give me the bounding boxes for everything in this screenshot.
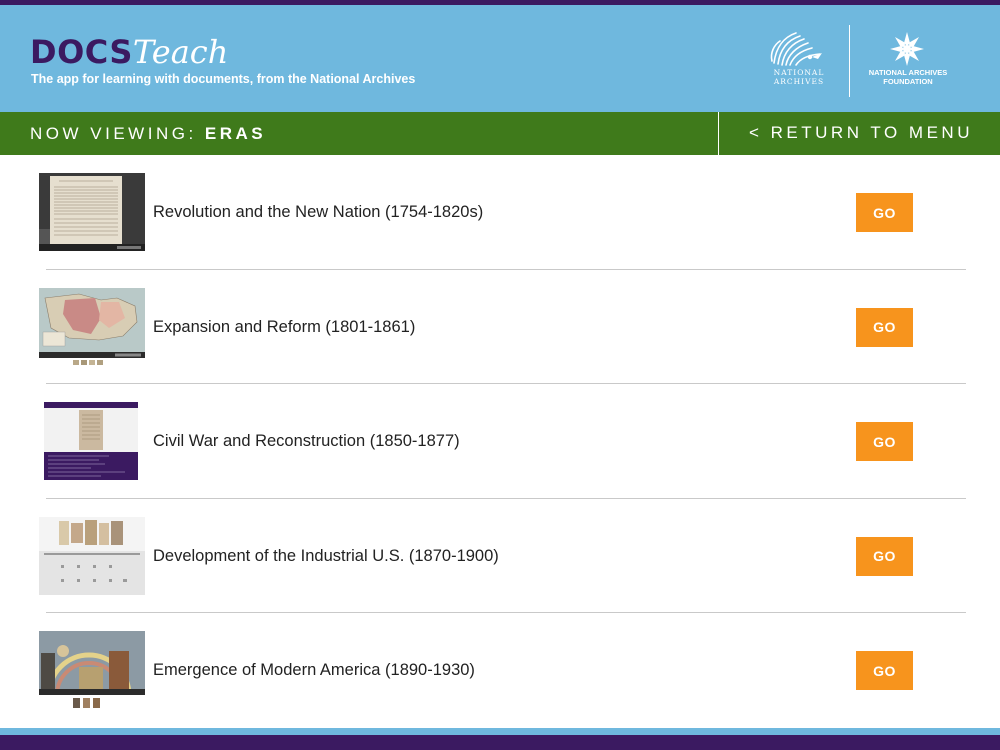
now-viewing-value: ERAS	[204, 124, 267, 143]
footer-stripe-purple	[0, 735, 1000, 750]
declaration-document-thumbnail	[39, 173, 145, 251]
go-button-civil-war[interactable]: GO	[856, 422, 913, 461]
territory-map-thumbnail	[39, 287, 145, 366]
era-title: Development of the Industrial U.S. (1870…	[153, 546, 499, 565]
image-sorting-thumbnail	[39, 516, 145, 595]
national-archives-wordmark: NATIONAL ARCHIVES	[766, 68, 832, 86]
footer-stripe-blue	[0, 728, 1000, 735]
era-title: Expansion and Reform (1801-1861)	[153, 317, 416, 336]
app-tagline: The app for learning with documents, fro…	[31, 72, 416, 86]
now-viewing-prefix: NOW VIEWING:	[30, 124, 197, 143]
era-row-industrial: Development of the Industrial U.S. (1870…	[0, 499, 1000, 613]
na-wordmark-line1: NATIONAL	[773, 68, 825, 77]
era-list: Revolution and the New Nation (1754-1820…	[0, 155, 1000, 728]
na-wordmark-line2: ARCHIVES	[773, 77, 825, 86]
logo-docs-text: DOCS	[30, 33, 133, 71]
foundation-star-icon	[884, 31, 930, 71]
naf-wordmark-line1: NATIONAL ARCHIVES	[868, 68, 948, 77]
now-viewing-label: NOW VIEWING: ERAS	[30, 124, 266, 144]
era-title: Emergence of Modern America (1890-1930)	[153, 661, 475, 679]
app-header: DOCSTeach The app for learning with docu…	[0, 5, 1000, 112]
go-button-industrial[interactable]: GO	[856, 536, 913, 576]
naf-wordmark-line2: FOUNDATION	[883, 77, 933, 86]
painting-thumbnail	[39, 631, 145, 709]
return-to-menu-link[interactable]: < RETURN TO MENU	[749, 123, 973, 143]
docsteach-logo[interactable]: DOCSTeach	[30, 33, 228, 73]
view-navbar: NOW VIEWING: ERAS < RETURN TO MENU	[0, 112, 1000, 155]
activity-list-thumbnail	[39, 402, 145, 480]
era-row-modern-america: Emergence of Modern America (1890-1930) …	[0, 613, 1000, 728]
era-title: Civil War and Reconstruction (1850-1877)	[153, 432, 460, 450]
go-button-expansion[interactable]: GO	[856, 307, 913, 347]
logo-divider	[849, 25, 850, 97]
era-row-civil-war: Civil War and Reconstruction (1850-1877)…	[0, 384, 1000, 499]
logo-teach-text: Teach	[132, 33, 229, 71]
foundation-wordmark: NATIONAL ARCHIVES FOUNDATION	[860, 68, 956, 86]
go-button-revolution[interactable]: GO	[856, 193, 913, 232]
nav-divider	[718, 112, 719, 155]
era-row-expansion: Expansion and Reform (1801-1861) GO	[0, 270, 1000, 384]
go-button-modern-america[interactable]: GO	[856, 651, 913, 690]
era-title: Revolution and the New Nation (1754-1820…	[153, 203, 484, 221]
era-row-revolution: Revolution and the New Nation (1754-1820…	[0, 155, 1000, 270]
